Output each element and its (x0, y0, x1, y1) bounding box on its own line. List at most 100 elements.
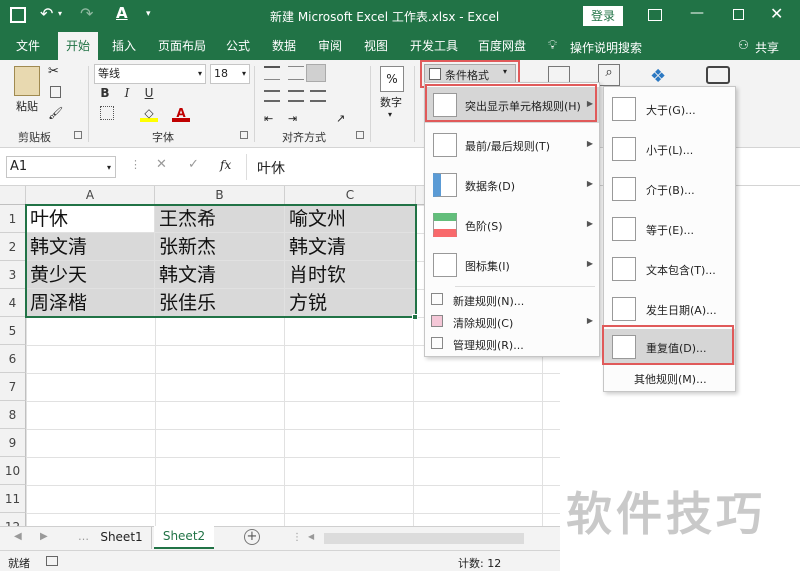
maximize-icon[interactable] (733, 9, 744, 20)
row-header[interactable]: 2 (0, 233, 26, 261)
menu-item-greater-than[interactable]: 大于(G)... (604, 89, 735, 129)
add-sheet-icon[interactable]: + (244, 529, 260, 545)
column-header-a[interactable]: A (26, 186, 155, 205)
save-icon[interactable] (10, 7, 26, 23)
column-header-c[interactable]: C (285, 186, 416, 205)
tab-developer[interactable]: 开发工具 (402, 32, 466, 60)
paste-button[interactable]: 粘贴 (16, 98, 38, 114)
font-launcher-icon[interactable] (240, 131, 248, 139)
align-top-icon[interactable] (264, 66, 280, 80)
scroll-left-icon[interactable]: ◀ (308, 532, 314, 541)
sheet-tab-sheet2[interactable]: Sheet2 (154, 526, 214, 549)
menu-item-data-bars[interactable]: 数据条(D) ▶ (425, 167, 599, 203)
row-header[interactable]: 4 (0, 289, 26, 317)
tab-review[interactable]: 审阅 (310, 32, 350, 60)
format-painter-icon[interactable]: 🖌︎ (48, 106, 63, 120)
share-button[interactable]: 共享 (755, 39, 779, 56)
orientation-icon[interactable]: ↗ (336, 112, 345, 125)
row-header[interactable]: 11 (0, 485, 26, 513)
macro-record-icon[interactable] (46, 556, 58, 566)
row-header[interactable]: 12 (0, 513, 26, 526)
tab-home[interactable]: 开始 (58, 32, 99, 60)
menu-item-more-rules[interactable]: 其他规则(M)... (604, 367, 735, 389)
find-select-icon[interactable]: ⌕ (598, 64, 620, 86)
enter-formula-icon[interactable]: ✓ (188, 157, 199, 172)
align-left-icon[interactable] (264, 90, 280, 102)
clipboard-launcher-icon[interactable] (74, 131, 82, 139)
percent-icon[interactable]: % (380, 66, 404, 92)
select-all-corner[interactable] (0, 186, 26, 205)
cut-icon[interactable]: ✂ (48, 64, 59, 79)
row-header[interactable]: 8 (0, 401, 26, 429)
redo-icon[interactable]: ↷ (80, 4, 93, 23)
row-header[interactable]: 9 (0, 429, 26, 457)
row-header[interactable]: 7 (0, 373, 26, 401)
italic-icon[interactable]: I (118, 84, 136, 102)
copy-icon[interactable] (50, 86, 61, 98)
align-right-icon[interactable] (310, 90, 326, 102)
undo-icon[interactable]: ↶ (40, 4, 53, 23)
menu-item-less-than[interactable]: 小于(L)... (604, 129, 735, 169)
more-sheets-icon[interactable]: … (78, 530, 89, 543)
formula-input[interactable]: 叶休 (246, 154, 426, 180)
name-box[interactable]: A1 ▾ (6, 156, 116, 178)
font-size-select[interactable]: 18 ▾ (210, 64, 250, 84)
menu-item-new-rule[interactable]: 新建规则(N)... (425, 289, 599, 311)
decrease-indent-icon[interactable]: ⇤ (264, 112, 273, 125)
bold-icon[interactable]: B (96, 84, 114, 102)
row-header[interactable]: 6 (0, 345, 26, 373)
paste-icon[interactable] (14, 66, 40, 96)
addin-icon[interactable]: ❖ (650, 66, 666, 87)
tab-insert[interactable]: 插入 (104, 32, 144, 60)
column-header-b[interactable]: B (155, 186, 285, 205)
underline-icon[interactable]: U (140, 84, 158, 102)
tab-data[interactable]: 数据 (264, 32, 304, 60)
tab-page-layout[interactable]: 页面布局 (150, 32, 214, 60)
tell-me-search[interactable]: 操作说明搜索 (570, 39, 642, 56)
insert-function-icon[interactable]: fx (220, 158, 231, 172)
menu-item-top-bottom-rules[interactable]: 最前/最后规则(T) ▶ (425, 127, 599, 163)
menu-item-icon-sets[interactable]: 图标集(I) ▶ (425, 247, 599, 283)
cancel-formula-icon[interactable]: ✕ (156, 157, 167, 172)
menu-item-date-occurring[interactable]: 发生日期(A)... (604, 289, 735, 329)
row-header[interactable]: 3 (0, 261, 26, 289)
tab-split-handle[interactable]: ⋮ (292, 532, 302, 543)
ribbon-display-icon[interactable] (648, 9, 662, 21)
align-middle-icon[interactable] (288, 66, 304, 80)
font-color-icon[interactable]: A (116, 4, 128, 22)
menu-item-manage-rules[interactable]: 管理规则(R)... (425, 333, 599, 355)
tab-view[interactable]: 视图 (356, 32, 396, 60)
align-bottom-icon[interactable] (306, 64, 326, 82)
login-button[interactable]: 登录 (583, 6, 623, 26)
tab-baidu-netdisk[interactable]: 百度网盘 (470, 32, 534, 60)
borders-icon[interactable] (100, 106, 114, 120)
row-header[interactable]: 1 (0, 205, 26, 233)
row-header[interactable]: 10 (0, 457, 26, 485)
minimize-icon[interactable]: — (690, 5, 704, 21)
fill-color-icon[interactable]: ◇ (140, 104, 158, 122)
customize-qat-icon[interactable]: ▾ (146, 9, 151, 19)
menu-item-text-contains[interactable]: 文本包含(T)... (604, 249, 735, 289)
sheet-tab-sheet1[interactable]: Sheet1 (92, 527, 152, 549)
menu-item-equal-to[interactable]: 等于(E)... (604, 209, 735, 249)
scroll-left-icon[interactable]: ◀ (14, 531, 22, 542)
fill-handle[interactable] (412, 314, 418, 320)
font-name-select[interactable]: 等线 ▾ (94, 64, 206, 84)
alignment-launcher-icon[interactable] (356, 131, 364, 139)
close-icon[interactable]: ✕ (770, 4, 783, 23)
tab-file[interactable]: 文件 (8, 32, 48, 60)
font-color-icon[interactable]: A (172, 104, 190, 122)
row-header[interactable]: 5 (0, 317, 26, 345)
horizontal-scrollbar[interactable] (324, 533, 524, 544)
undo-dropdown-icon[interactable]: ▾ (58, 9, 62, 18)
number-format-button[interactable]: 数字 (380, 94, 402, 110)
menu-item-clear-rules[interactable]: 清除规则(C) ▶ (425, 311, 599, 333)
menu-item-between[interactable]: 介于(B)... (604, 169, 735, 209)
scroll-right-icon[interactable]: ▶ (40, 531, 48, 542)
tab-formulas[interactable]: 公式 (218, 32, 258, 60)
menu-item-color-scales[interactable]: 色阶(S) ▶ (425, 207, 599, 243)
align-center-icon[interactable] (288, 90, 304, 102)
increase-indent-icon[interactable]: ⇥ (288, 112, 297, 125)
screenshot-icon[interactable] (706, 66, 730, 84)
number-dropdown-icon[interactable]: ▾ (388, 110, 392, 119)
